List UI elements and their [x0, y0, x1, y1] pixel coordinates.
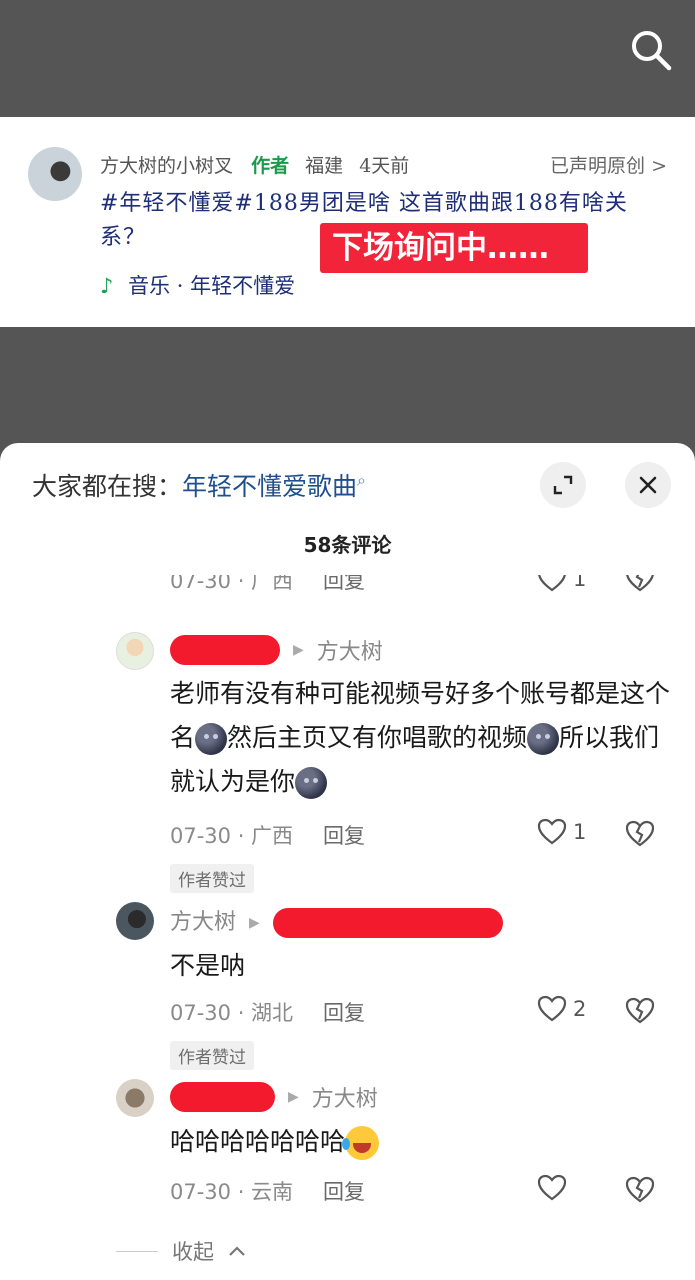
reply-header: ▶ 方大树 [170, 1081, 378, 1113]
comment-text: 哈哈哈哈哈哈哈 [170, 1120, 670, 1164]
moon-face-emoji [295, 767, 328, 799]
partial-comment-meta: 07-30 · 广西 回复 1 [0, 575, 695, 605]
expand-button[interactable] [540, 462, 586, 508]
heart-icon [537, 818, 567, 845]
music-title: 音乐 · 年轻不懂爱 [128, 274, 296, 298]
search-icon [632, 31, 672, 71]
dislike-button[interactable] [625, 575, 655, 597]
post-card: 方大树的小树叉 作者 福建 4天前 已声明原创 > #年轻不懂爱#188男团是啥… [0, 117, 695, 327]
red-banner: 下场询问中…… [320, 223, 588, 273]
heart-icon [537, 995, 567, 1022]
moon-face-emoji [195, 723, 228, 755]
post-meta: 方大树的小树叉 作者 福建 4天前 [100, 151, 409, 178]
post-time: 4天前 [359, 155, 410, 177]
broken-heart-icon [625, 820, 655, 847]
chevron-up-icon [229, 1246, 245, 1256]
close-icon [639, 476, 657, 494]
music-note-icon: ♪ [100, 273, 114, 298]
broken-heart-icon [626, 575, 654, 592]
divider [116, 1250, 158, 1252]
heart-icon [538, 575, 566, 592]
reply-link[interactable]: 回复 [323, 575, 365, 593]
reply-link[interactable]: 回复 [323, 1180, 365, 1204]
dislike-button[interactable] [625, 997, 655, 1029]
broken-heart-icon [625, 997, 655, 1024]
reply-link[interactable]: 回复 [323, 1001, 365, 1025]
comment-text: 不是呐 [170, 951, 246, 980]
reply-arrow-icon: ▶ [249, 915, 260, 931]
expand-icon [553, 475, 573, 495]
like-count: 1 [573, 820, 587, 844]
reply-arrow-icon: ▶ [293, 642, 304, 658]
search-button[interactable] [629, 28, 673, 72]
post-music[interactable]: ♪ 音乐 · 年轻不懂爱 [100, 270, 295, 300]
trending-search[interactable]: 大家都在搜：年轻不懂爱歌曲⌕ [32, 467, 366, 503]
comment-date-location: 07-30 · 云南 [170, 1180, 294, 1204]
comment-date-location: 07-30 · 广西 回复 [170, 575, 365, 595]
avatar[interactable] [116, 1079, 154, 1117]
like-count: 2 [573, 997, 587, 1021]
comment-meta: 07-30 · 湖北 回复 [170, 997, 365, 1027]
trending-search-prefix: 大家都在搜： [32, 472, 183, 501]
like-count: 1 [573, 575, 587, 591]
comment-meta: 07-30 · 云南 回复 [170, 1176, 365, 1206]
author-liked-badge: 作者赞过 [170, 1041, 254, 1070]
like-button[interactable]: 1 [537, 575, 586, 593]
comment-count: 58条评论 [303, 533, 392, 557]
author-liked-badge: 作者赞过 [170, 864, 254, 893]
redacted-name [170, 1082, 275, 1112]
dislike-button[interactable] [625, 820, 655, 852]
redacted-name [170, 635, 280, 665]
like-button[interactable] [537, 1174, 573, 1202]
original-claim[interactable]: 已声明原创 > [550, 151, 667, 178]
author-name[interactable]: 方大树的小树叉 [100, 155, 233, 177]
comment-meta: 07-30 · 广西 回复 [170, 820, 365, 850]
reply-to-name[interactable]: 方大树 [317, 640, 383, 665]
small-search-icon: ⌕ [357, 470, 366, 490]
avatar[interactable] [116, 902, 154, 940]
reply-to-name[interactable]: 方大树 [312, 1087, 378, 1112]
trending-search-term[interactable]: 年轻不懂爱歌曲 [182, 472, 357, 501]
avatar[interactable] [116, 632, 154, 670]
dislike-button[interactable] [625, 1176, 655, 1208]
collapse-replies-button[interactable]: 收起 [116, 1236, 246, 1266]
laughing-crying-emoji [342, 1126, 380, 1160]
author-avatar[interactable] [28, 147, 82, 201]
post-location: 福建 [305, 155, 344, 177]
comment-date-location: 07-30 · 广西 [170, 824, 294, 848]
comment-text: 老师有没有种可能视频号好多个账号都是这个名 然后主页又有你唱歌的视频 所以我们就认为… [170, 672, 670, 804]
broken-heart-icon [625, 1176, 655, 1203]
heart-icon [537, 1174, 567, 1201]
reply-header: 方大树 ▶ [170, 904, 503, 938]
collapse-label: 收起 [172, 1240, 214, 1264]
moon-face-emoji [527, 723, 560, 755]
reply-arrow-icon: ▶ [288, 1089, 299, 1105]
close-button[interactable] [625, 462, 671, 508]
comment-date-location: 07-30 · 湖北 [170, 1001, 294, 1025]
commenter-name[interactable]: 方大树 [170, 910, 236, 935]
author-tag: 作者 [251, 155, 290, 177]
reply-link[interactable]: 回复 [323, 824, 365, 848]
reply-header: ▶ 方大树 [170, 634, 383, 666]
like-button[interactable]: 2 [537, 995, 586, 1023]
redacted-name [272, 908, 503, 938]
like-button[interactable]: 1 [537, 818, 586, 846]
